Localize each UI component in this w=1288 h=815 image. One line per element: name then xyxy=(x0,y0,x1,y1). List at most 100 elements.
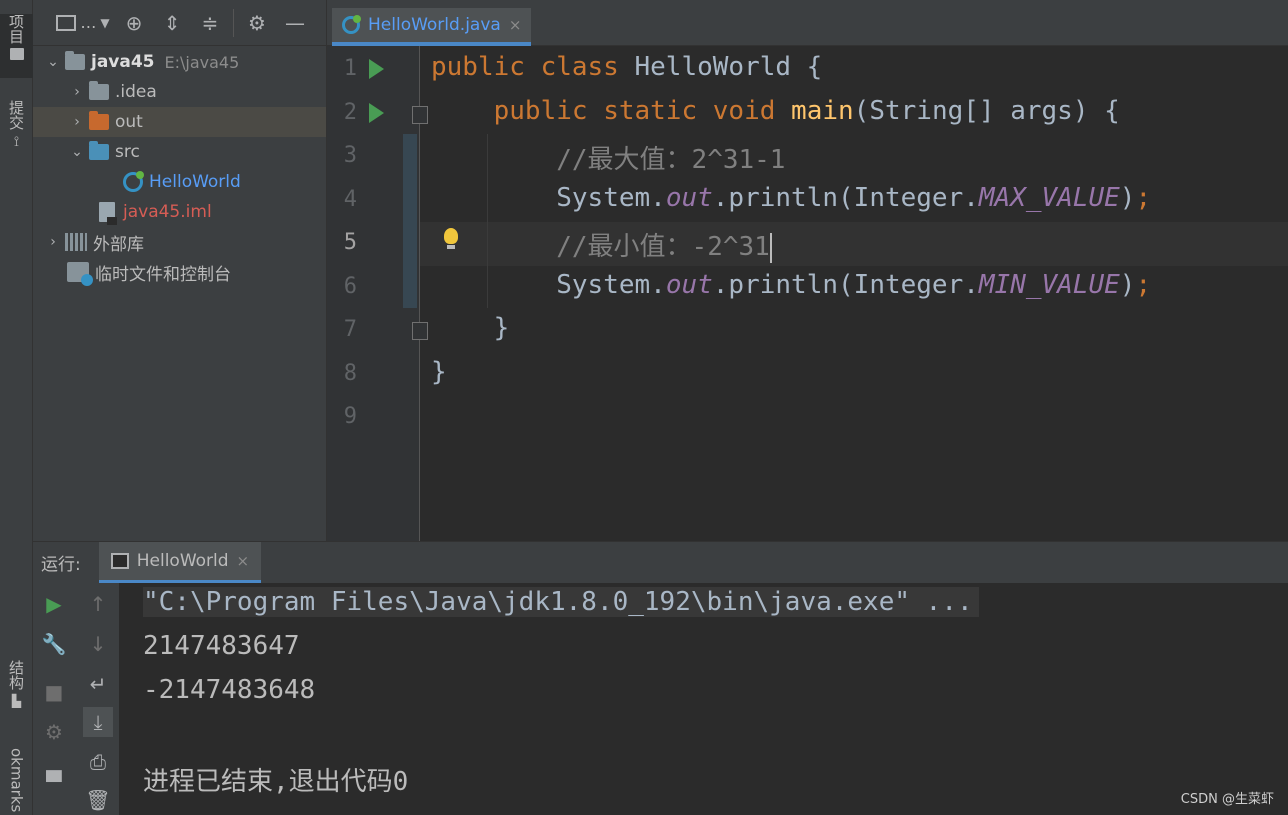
editor-tab-helloworld[interactable]: HelloWorld.java × xyxy=(332,8,532,46)
tree-item-java45[interactable]: ⌄ java45 E:\java45 xyxy=(33,47,326,77)
view-mode-dropdown[interactable]: … ▼ xyxy=(51,6,115,40)
chevron-right-icon[interactable]: › xyxy=(65,114,89,130)
tree-root-path: E:\java45 xyxy=(164,52,240,72)
vcs-change-marker[interactable] xyxy=(403,134,417,308)
code-comment: //最大值：2^31-1 xyxy=(556,145,786,175)
code-token: public static void xyxy=(493,96,792,126)
code-token: ) xyxy=(1119,183,1136,213)
tree-label-idea: .idea xyxy=(115,82,157,102)
code-line-6: System.out.println(Integer.MIN_VALUE); xyxy=(431,270,1151,300)
chevron-down-icon[interactable]: ⌄ xyxy=(65,144,89,160)
line-number: 1 xyxy=(343,56,357,81)
java-class-icon xyxy=(123,171,144,192)
project-tree: ⌄ java45 E:\java45 › .idea › out ⌄ src H… xyxy=(33,46,326,287)
bookmarks-tool-tab[interactable]: okmarks xyxy=(0,748,33,815)
chevron-right-icon[interactable]: › xyxy=(65,84,89,100)
tree-label-external-libs: 外部库 xyxy=(93,234,144,255)
code-token: ; xyxy=(1135,270,1152,300)
code-line-8: } xyxy=(431,357,447,387)
project-tool-tab-label: 项目 xyxy=(7,14,25,44)
edit-config-button[interactable]: 🔧 xyxy=(39,629,69,659)
line-number: 9 xyxy=(343,404,357,429)
run-toolbar: ▶ 🔧 ■ ⚙ ▀ ↑ ↓ ↵ ⤓ ⎙ 🗑 xyxy=(33,583,119,815)
scroll-to-end-button[interactable]: ⤓ xyxy=(83,707,113,737)
code-token: } xyxy=(431,357,447,387)
project-tool-tab[interactable]: 项目 xyxy=(0,14,33,78)
commit-tool-tab[interactable]: 提交 ⟟ xyxy=(0,100,33,162)
settings-button[interactable]: ⚙ xyxy=(238,6,276,40)
chevron-down-icon[interactable]: ⌄ xyxy=(41,54,65,70)
chevron-right-icon[interactable]: › xyxy=(41,234,65,250)
structure-tool-tab[interactable]: 结构 ▙ xyxy=(0,660,33,722)
run-panel-header: 运行: HelloWorld × xyxy=(33,541,1288,584)
code-token: MAX_VALUE xyxy=(978,183,1120,213)
tree-item-external-libraries[interactable]: › 外部库 xyxy=(33,227,326,257)
expand-all-button[interactable]: ⇕ xyxy=(153,6,191,40)
code-line-5: //最小值：-2^31 xyxy=(431,226,772,263)
folder-icon xyxy=(9,48,24,60)
trash-icon: 🗑 xyxy=(85,788,111,812)
tree-label-helloworld: HelloWorld xyxy=(149,172,241,192)
scroll-down-button[interactable]: ↓ xyxy=(83,629,113,659)
stop-button[interactable]: ■ xyxy=(39,677,69,707)
tree-label-src: src xyxy=(115,142,140,162)
code-token: .println(Integer. xyxy=(712,270,979,300)
tree-item-scratches[interactable]: 临时文件和控制台 xyxy=(33,257,326,287)
console-command-line[interactable]: "C:\Program Files\Java\jdk1.8.0_192\bin\… xyxy=(143,587,979,617)
arrow-down-icon: ↓ xyxy=(89,632,107,656)
module-folder-icon xyxy=(65,51,85,70)
collapse-all-icon: ≑ xyxy=(201,10,219,35)
tree-item-helloworld[interactable]: HelloWorld xyxy=(33,167,326,197)
close-icon[interactable]: × xyxy=(509,16,522,34)
run-tab-helloworld[interactable]: HelloWorld × xyxy=(98,541,262,584)
code-token: System. xyxy=(556,183,666,213)
debug-settings-button[interactable]: ⚙ xyxy=(39,717,69,747)
line-number: 2 xyxy=(343,100,357,125)
gear-icon: ⚙ xyxy=(45,720,63,744)
printer-icon: ⎙ xyxy=(90,750,106,774)
console-output-line: 2147483647 xyxy=(143,631,300,661)
code-token: System. xyxy=(556,270,666,300)
code-comment: //最小值：-2^31 xyxy=(556,232,770,262)
fold-marker-icon[interactable] xyxy=(412,106,428,124)
print-button[interactable]: ⎙ xyxy=(83,747,113,777)
code-line-4: System.out.println(Integer.MAX_VALUE); xyxy=(431,183,1151,213)
structure-tool-tab-label: 结构 xyxy=(7,660,25,690)
code-token: } xyxy=(493,313,510,343)
tree-item-out[interactable]: › out xyxy=(33,107,326,137)
tree-label-scratches: 临时文件和控制台 xyxy=(95,264,231,285)
code-token: .println(Integer. xyxy=(712,183,979,213)
minus-icon: — xyxy=(285,10,305,35)
code-token: ; xyxy=(1135,183,1152,213)
run-main-icon[interactable] xyxy=(369,103,384,123)
locate-button[interactable]: ⊕ xyxy=(115,6,153,40)
code-editor[interactable]: 1 2 3 4 5 6 7 8 9 public class HelloWorl… xyxy=(327,46,1288,541)
code-token: HelloWorld { xyxy=(634,52,823,82)
layout-button[interactable]: ▀ xyxy=(39,767,69,797)
clear-console-button[interactable]: 🗑 xyxy=(83,785,113,815)
scroll-up-button[interactable]: ↑ xyxy=(83,589,113,619)
expand-all-icon: ⇕ xyxy=(163,10,181,35)
soft-wrap-button[interactable]: ↵ xyxy=(83,669,113,699)
run-class-icon[interactable] xyxy=(369,59,384,79)
commit-icon: ⟟ xyxy=(13,134,20,150)
code-token: out xyxy=(665,270,713,300)
code-line-7: } xyxy=(431,313,510,343)
tree-item-iml[interactable]: java45.iml xyxy=(33,197,326,227)
run-panel-label: 运行: xyxy=(41,555,81,575)
scratches-icon xyxy=(67,262,93,286)
rerun-button[interactable]: ▶ xyxy=(39,589,69,619)
arrow-up-icon: ↑ xyxy=(89,592,107,616)
fold-marker-icon[interactable] xyxy=(412,322,428,340)
play-icon: ▶ xyxy=(46,592,62,616)
line-number: 4 xyxy=(343,187,357,212)
close-icon[interactable]: × xyxy=(237,552,250,570)
line-number: 6 xyxy=(343,274,357,299)
tree-label-root: java45 xyxy=(91,52,155,72)
tree-item-src[interactable]: ⌄ src xyxy=(33,137,326,167)
collapse-all-button[interactable]: ≑ xyxy=(191,6,229,40)
tree-item-idea[interactable]: › .idea xyxy=(33,77,326,107)
window-icon xyxy=(56,14,77,31)
tree-label-iml: java45.iml xyxy=(123,202,212,222)
hide-panel-button[interactable]: — xyxy=(276,6,314,40)
